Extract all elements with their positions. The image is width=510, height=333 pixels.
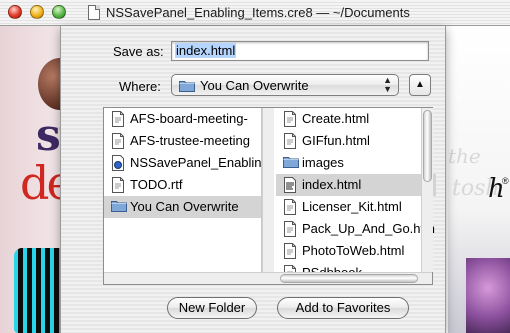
browser-row[interactable]: Licenser_Kit.html [276,196,436,218]
document-icon [283,221,297,240]
document-icon [111,177,125,196]
document-icon [283,133,297,152]
document-icon [283,243,297,262]
browser-row[interactable]: GIFfun.html [276,130,436,152]
save-as-field[interactable]: index.html [171,41,429,61]
document-icon [283,199,297,218]
where-label: Where: [119,79,161,94]
save-as-selected-text[interactable]: index.html [175,43,237,58]
browser-row[interactable]: images [276,152,436,174]
save-as-label: Save as: [113,44,164,59]
browser-row[interactable]: AFS-board-meeting- [104,108,261,130]
browser-row-label: PSdbbook... [302,265,373,272]
browser-row-label: You Can Overwrite [130,199,239,214]
file-browser: AFS-board-meeting- AFS-trustee-meeting NSS… [103,107,436,285]
popup-arrows-icon: ▲ ▼ [383,75,392,94]
column-2-scroll-thumb[interactable] [423,110,432,182]
document-proxy-icon[interactable] [88,5,100,20]
save-panel-sheet: Save as: index.html Where: You Can Overw… [60,26,446,333]
minimize-window-button[interactable] [30,5,44,19]
browser-row-label: AFS-board-meeting- [130,111,248,126]
close-window-button[interactable] [8,5,22,19]
window-titlebar: NSSavePanel_Enabling_Items.cre8 — ~/Docu… [0,0,510,26]
background-purple-image [466,258,510,333]
where-popup[interactable]: You Can Overwrite ▲ ▼ [171,74,399,96]
background-text-the: the [448,144,481,168]
browser-row[interactable]: AFS-trustee-meeting [104,130,261,152]
browser-row[interactable]: PSdbbook... [276,262,436,272]
browser-row-label: NSSavePanel_Enablin [130,155,261,170]
add-to-favorites-button[interactable]: Add to Favorites [277,297,409,319]
document-icon [283,111,297,130]
horizontal-scroll-thumb[interactable] [280,274,418,283]
collapse-browser-button[interactable]: ▲ [409,74,431,96]
folder-icon [283,155,299,171]
browser-row-label: PhotoToWeb.html [302,243,405,258]
document-icon [111,111,125,130]
browser-row-label: Licenser_Kit.html [302,199,402,214]
zoom-window-button[interactable] [52,5,66,19]
document-icon [111,133,125,152]
folder-icon [111,199,127,215]
folder-icon [179,81,195,92]
background-registered-mark: ® [502,176,509,186]
app-document-icon [111,155,125,174]
window-title: NSSavePanel_Enabling_Items.cre8 — ~/Docu… [106,5,410,20]
html-document-icon [283,177,297,196]
browser-row-label: Pack_Up_And_Go.htm [302,221,435,236]
browser-row-label: index.html [302,177,362,192]
browser-row[interactable]: You Can Overwrite [104,196,261,218]
browser-row-label: images [302,155,344,170]
browser-horizontal-scrollbar[interactable] [104,272,432,284]
browser-row[interactable]: PhotoToWeb.html [276,240,436,262]
browser-row-label: TODO.rtf [130,177,183,192]
new-folder-button[interactable]: New Folder [167,297,257,319]
browser-row-label: GIFfun.html [302,133,370,148]
column-2-scrollbar[interactable] [421,108,433,272]
browser-row[interactable]: Create.html [276,108,436,130]
column-1-scrollbar[interactable] [262,108,274,272]
browser-row[interactable]: NSSavePanel_Enablin [104,152,261,174]
where-popup-value: You Can Overwrite [200,78,309,93]
browser-row-label: Create.html [302,111,370,126]
browser-row-label: AFS-trustee-meeting [130,133,250,148]
browser-column-1: AFS-board-meeting- AFS-trustee-meeting NSS… [104,108,262,272]
browser-row[interactable]: TODO.rtf [104,174,261,196]
document-icon [283,265,297,272]
browser-column-2: Create.html GIFfun.html images index.html Li… [276,108,436,272]
browser-row[interactable]: Pack_Up_And_Go.htm [276,218,436,240]
browser-row[interactable]: index.html [276,174,436,196]
